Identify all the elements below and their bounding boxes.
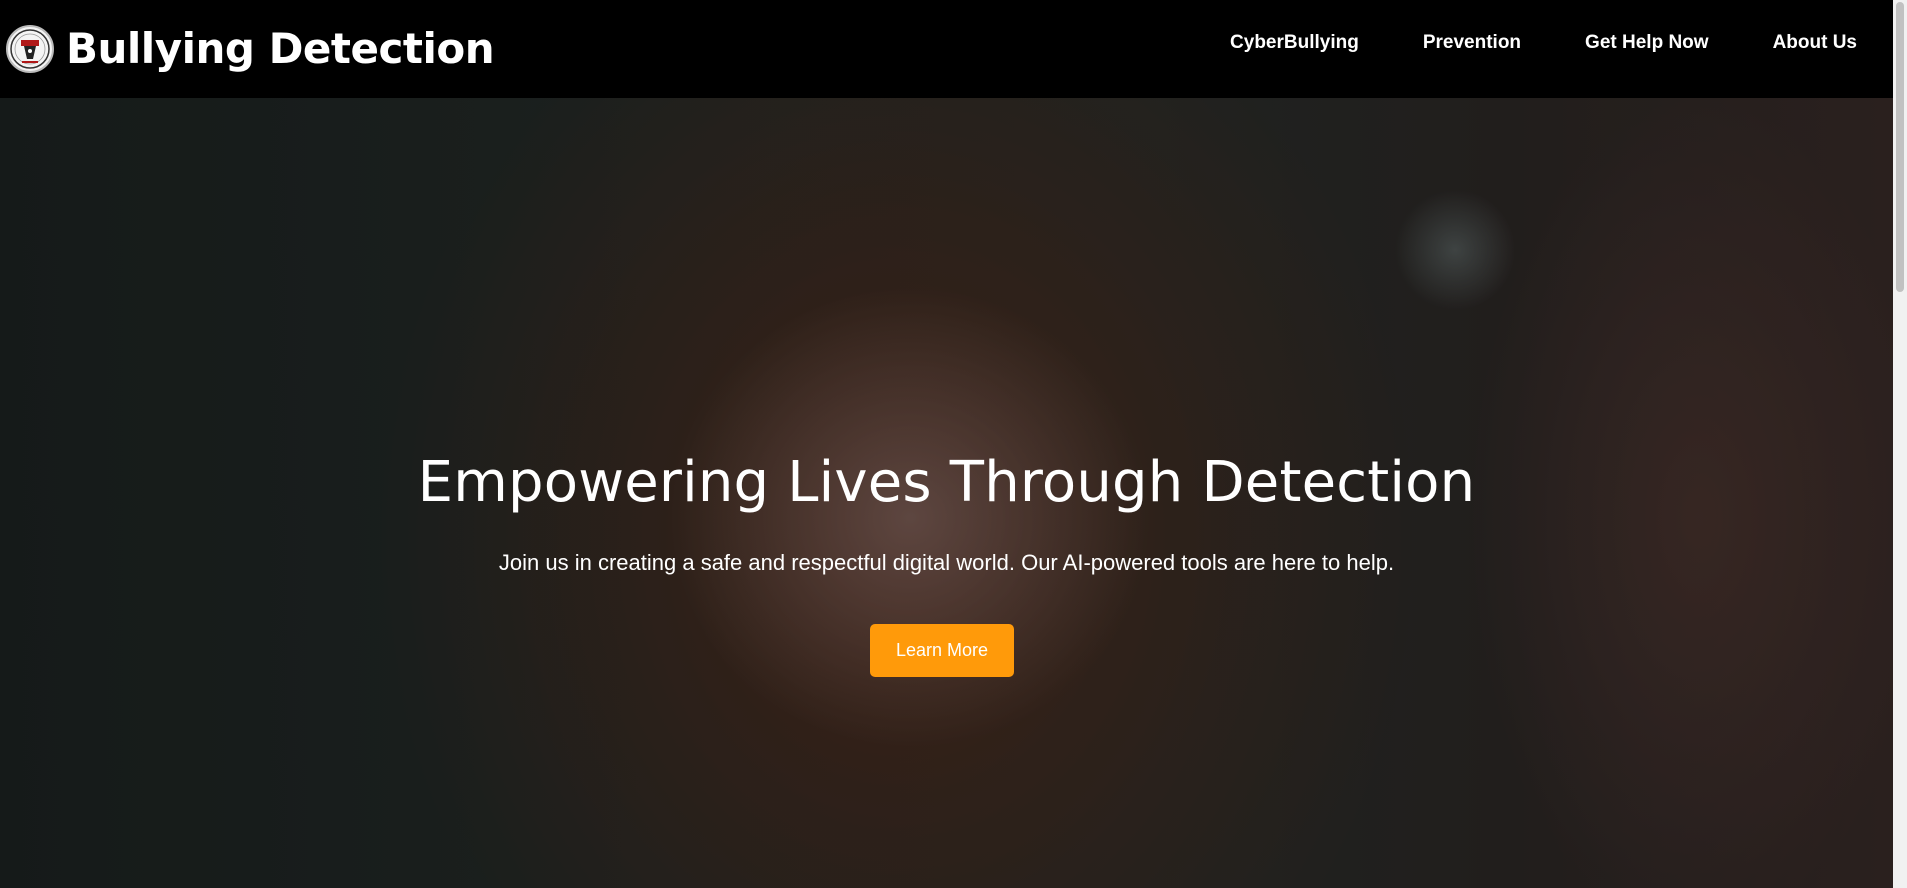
hero-content: Empowering Lives Through Detection Join … xyxy=(0,98,1893,888)
brand[interactable]: Bullying Detection xyxy=(6,24,495,73)
nav-item-cyberbullying[interactable]: CyberBullying xyxy=(1230,32,1359,54)
site-title: Bullying Detection xyxy=(66,24,495,73)
page-scrollbar[interactable] xyxy=(1893,0,1907,888)
hero-subtitle: Join us in creating a safe and respectfu… xyxy=(498,550,1395,575)
main-nav: CyberBullying Prevention Get Help Now Ab… xyxy=(1166,0,1857,86)
crest-logo-icon xyxy=(6,25,54,73)
learn-more-button[interactable]: Learn More xyxy=(870,624,1014,677)
scrollbar-thumb[interactable] xyxy=(1896,2,1904,292)
hero-title: Empowering Lives Through Detection xyxy=(417,450,1476,515)
nav-item-prevention[interactable]: Prevention xyxy=(1423,32,1521,54)
nav-item-get-help-now[interactable]: Get Help Now xyxy=(1585,32,1709,54)
navbar: Bullying Detection CyberBullying Prevent… xyxy=(0,0,1893,98)
hero-section: Empowering Lives Through Detection Join … xyxy=(0,98,1893,888)
nav-item-about-us[interactable]: About Us xyxy=(1773,32,1857,54)
page: Bullying Detection CyberBullying Prevent… xyxy=(0,0,1907,888)
